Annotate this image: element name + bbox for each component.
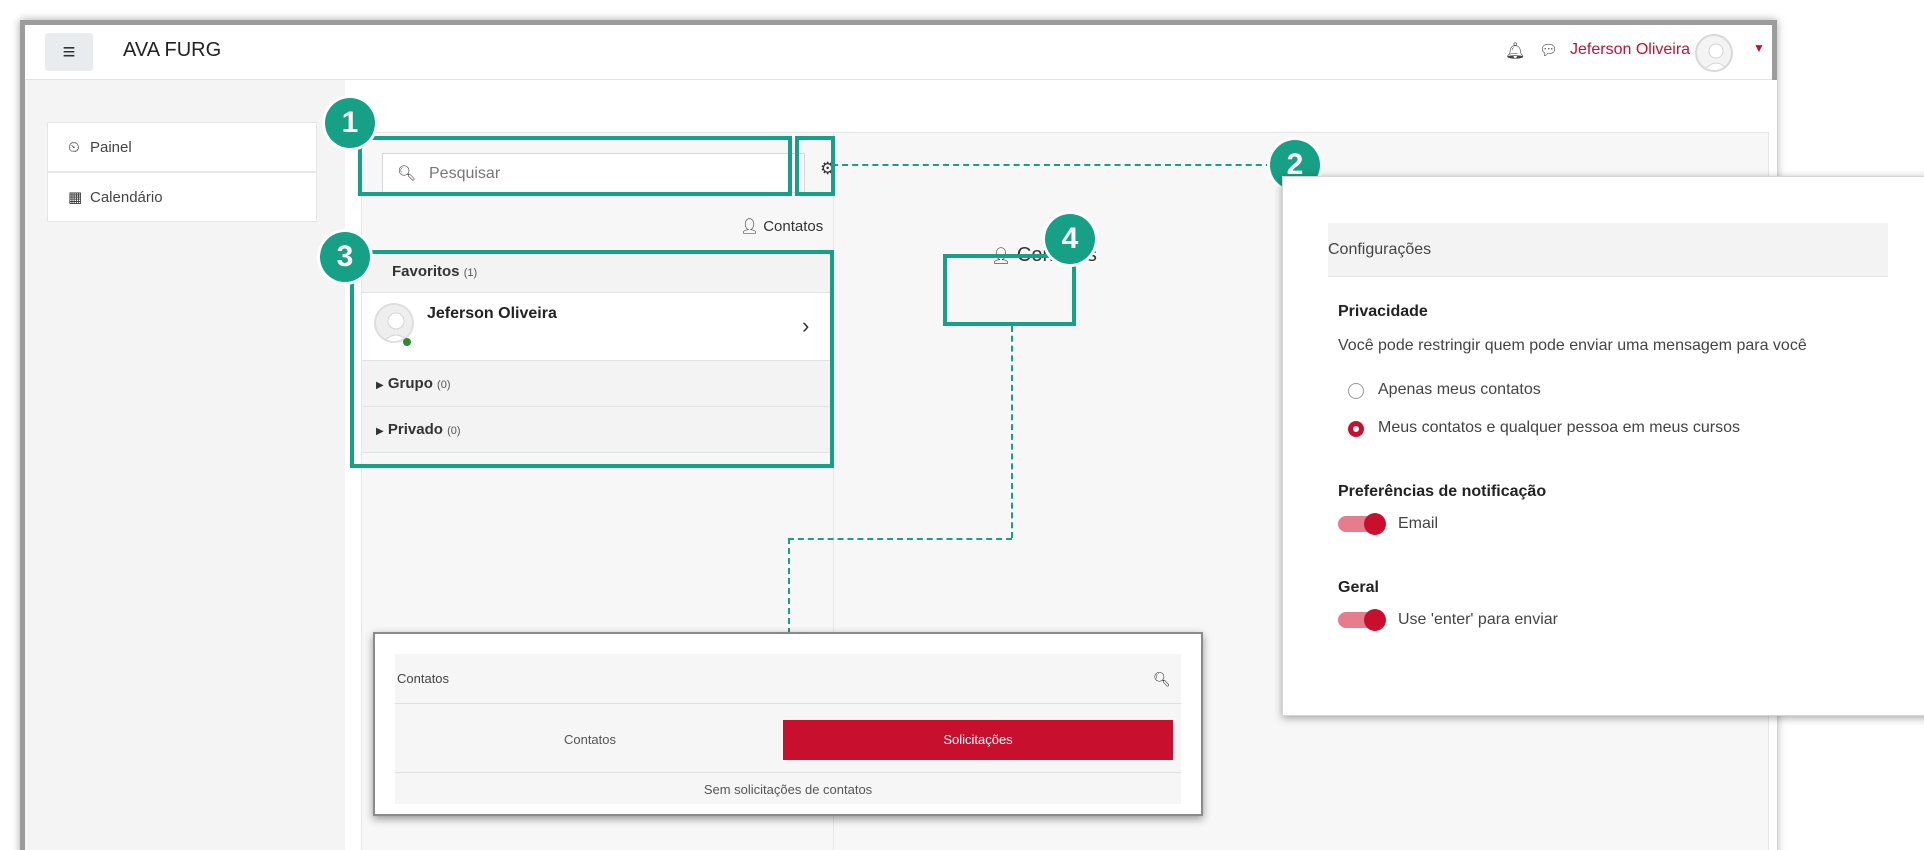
tab-requests[interactable]: Solicitações <box>783 720 1173 760</box>
enter-to-send-toggle[interactable] <box>1338 609 1386 631</box>
callout-badge-1: 1 <box>325 98 375 148</box>
hamburger-icon[interactable]: ≡ <box>45 33 93 71</box>
dashboard-icon: ⏲ <box>68 139 80 156</box>
contacts-link-label: Contatos <box>763 218 824 235</box>
contacts-link[interactable]: 👤︎ Contatos <box>740 217 823 235</box>
sidebar: ⏲ Painel ▦ Calendário <box>25 80 345 850</box>
sidebar-item-label: Calendário <box>90 189 163 206</box>
top-navbar: ≡ AVA FURG 🔔︎ 💬︎ Jeferson Oliveira ▼ <box>25 25 1772 80</box>
contacts-panel: Contatos 🔍︎ Contatos Solicitações Sem so… <box>395 654 1181 804</box>
callout-badge-3: 3 <box>320 232 370 282</box>
connector-line <box>832 164 1282 166</box>
callout-badge-4: 4 <box>1045 214 1095 264</box>
user-icon: 👤︎ <box>740 218 760 235</box>
site-brand[interactable]: AVA FURG <box>123 39 221 62</box>
empty-requests-text: Sem solicitações de contatos <box>395 772 1181 804</box>
search-icon[interactable]: 🔍︎ <box>1153 671 1171 688</box>
email-toggle[interactable] <box>1338 513 1386 535</box>
screenshot-canvas: ≡ AVA FURG 🔔︎ 💬︎ Jeferson Oliveira ▼ ⏲ Pa… <box>0 0 1924 850</box>
radio-label[interactable]: Meus contatos e qualquer pessoa em meus … <box>1378 419 1740 437</box>
radio-only-contacts[interactable] <box>1348 383 1364 399</box>
settings-title: Configurações <box>1328 223 1888 277</box>
privacy-heading: Privacidade <box>1338 303 1428 320</box>
bell-icon[interactable]: 🔔︎ <box>1505 41 1525 61</box>
email-toggle-label: Email <box>1398 515 1439 532</box>
sidebar-item-painel[interactable]: ⏲ Painel <box>47 122 317 172</box>
radio-label[interactable]: Apenas meus contatos <box>1378 381 1541 399</box>
highlight-favorites <box>350 250 834 468</box>
tab-contacts[interactable]: Contatos <box>395 720 785 760</box>
connector-line <box>788 538 790 634</box>
highlight-contacts <box>943 254 1076 326</box>
user-name[interactable]: Jeferson Oliveira <box>1570 41 1690 59</box>
sidebar-item-calendario[interactable]: ▦ Calendário <box>47 172 317 222</box>
chat-icon[interactable]: 💬︎ <box>1539 41 1558 59</box>
general-heading: Geral <box>1338 579 1379 596</box>
connector-line <box>1011 326 1013 538</box>
user-silhouette-icon <box>1704 43 1728 70</box>
highlight-search <box>358 136 792 196</box>
highlight-gear <box>795 136 835 196</box>
privacy-text: Você pode restringir quem pode enviar um… <box>1338 337 1807 354</box>
contacts-popup-title: Contatos <box>395 654 1181 704</box>
avatar[interactable] <box>1695 34 1733 72</box>
notification-heading: Preferências de notificação <box>1338 483 1547 500</box>
chevron-down-icon[interactable]: ▼ <box>1753 41 1765 55</box>
settings-popup: Configurações Privacidade Você pode rest… <box>1282 176 1924 716</box>
sidebar-item-label: Painel <box>90 139 132 156</box>
enter-to-send-label: Use 'enter' para enviar <box>1398 611 1558 628</box>
calendar-icon: ▦ <box>68 189 83 206</box>
connector-line <box>788 538 1012 540</box>
contacts-popup: Contatos 🔍︎ Contatos Solicitações Sem so… <box>373 632 1203 816</box>
radio-contacts-and-courses[interactable] <box>1348 421 1364 437</box>
